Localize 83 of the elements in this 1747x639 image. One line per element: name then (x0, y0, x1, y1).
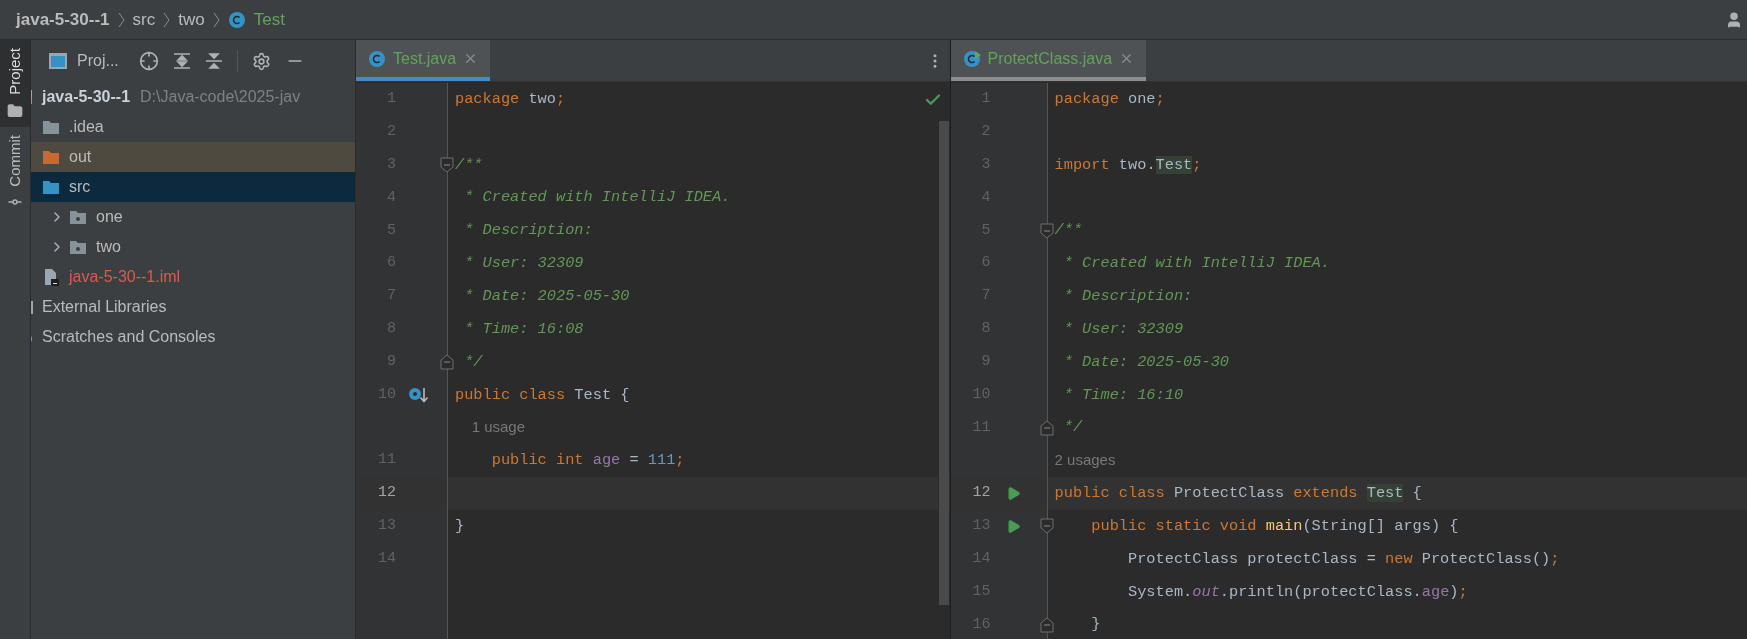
code-line: * Time: 16:10 (1062, 385, 1184, 404)
fold-icon[interactable] (1039, 222, 1054, 239)
fold-icon[interactable] (440, 157, 454, 174)
tool-window-tab[interactable]: Commit (0, 126, 30, 219)
code-line: } (1090, 615, 1101, 634)
runnable-class-icon (962, 49, 981, 68)
fold-end-icon[interactable] (1039, 419, 1054, 436)
user-icon[interactable] (1725, 10, 1743, 29)
scrollbar[interactable] (938, 121, 949, 605)
run-icon[interactable] (1006, 518, 1022, 534)
code-line: */ (463, 352, 483, 371)
separator-icon (163, 11, 171, 28)
tree-row[interactable]: java-5-30--1 D:\Java-code\2025-jav (31, 82, 355, 112)
code-line: * Description: (1062, 287, 1193, 305)
tree-row[interactable]: out (31, 142, 355, 172)
code-line: /** (1054, 221, 1083, 240)
tree-row[interactable]: Scratches and Consoles (31, 322, 355, 352)
usage-hint[interactable]: 2 usages (1054, 450, 1116, 468)
tree-item-label: java-5-30--1.iml (69, 267, 181, 287)
folder-icon (42, 119, 60, 135)
code-line: ProtectClass protectClass = new ProtectClass(); (1127, 549, 1560, 568)
tree-row[interactable]: .idea (31, 112, 355, 142)
expand-all-icon[interactable] (172, 52, 191, 70)
tree-item-label: out (69, 147, 92, 167)
tree-row[interactable]: External Libraries (31, 292, 355, 322)
package-icon (69, 239, 87, 255)
window-icon (48, 52, 68, 70)
code-line: * Created with IntelliJ IDEA. (1062, 254, 1330, 273)
tree-item-label: Scratches and Consoles (42, 327, 216, 347)
tree-item-label: .idea (69, 117, 104, 137)
code-line: * Date: 2025-05-30 (1062, 352, 1229, 371)
folder-icon (42, 149, 60, 165)
run-icon[interactable] (1006, 486, 1022, 502)
breadcrumb[interactable]: src (132, 6, 156, 33)
breadcrumb[interactable]: two (178, 6, 205, 33)
view-selector[interactable]: Proj... (48, 49, 119, 73)
code-line: public class ProtectClass extends Test { (1054, 484, 1422, 503)
line-number: 12 (377, 483, 396, 504)
code-line: * Date: 2025-05-30 (463, 287, 630, 305)
tree-row[interactable]: src (31, 172, 355, 202)
code-line: public class Test { (455, 385, 630, 404)
code-line: public static void main(String[] args) { (1090, 516, 1459, 535)
code-line: System.out.println(protectClass.age); (1127, 582, 1468, 601)
fold-end-icon[interactable] (440, 354, 454, 371)
code-line: */ (1062, 418, 1083, 437)
package-icon (69, 209, 87, 225)
code-line: * Created with IntelliJ IDEA. (463, 188, 731, 207)
class-icon (368, 49, 386, 68)
settings-icon[interactable] (251, 51, 271, 71)
code-line: * Description: (463, 221, 593, 240)
code-line: package one; (1054, 89, 1165, 108)
fold-end-icon[interactable] (1039, 616, 1054, 633)
tree-row[interactable]: one (31, 202, 355, 232)
folder-icon (42, 179, 60, 195)
tree-item-label: External Libraries (42, 297, 167, 317)
class-icon (227, 10, 246, 29)
code-line: } (455, 516, 465, 535)
tree-item-label: java-5-30--1 (42, 87, 131, 107)
code-line: /** (455, 155, 483, 174)
separator-icon (117, 11, 125, 28)
folder-icon (7, 102, 23, 119)
collapse-all-icon[interactable] (204, 52, 223, 70)
tree-item-path: D:\Java-code\2025-jav (140, 87, 301, 107)
usage-hint[interactable]: 1 usage (455, 417, 526, 435)
fold-icon[interactable] (1039, 518, 1054, 535)
code-line: package two; (455, 89, 566, 108)
separator-icon (212, 11, 220, 28)
line-number: 12 (971, 483, 991, 504)
code-line: * User: 32309 (1062, 319, 1184, 338)
tree-item-label: src (69, 177, 91, 197)
locate-icon[interactable] (138, 51, 159, 71)
tree-row[interactable]: two (31, 232, 355, 262)
code-line: * Time: 16:08 (463, 319, 584, 338)
tree-item-label: one (96, 207, 123, 227)
tool-window-tab[interactable]: Project (0, 40, 30, 127)
file-icon (42, 268, 60, 286)
code-line: public int age = 111; (490, 451, 685, 470)
tree-item-label: two (96, 237, 121, 257)
code-line: * User: 32309 (463, 254, 584, 273)
code-line: import two.Test; (1054, 155, 1202, 174)
breadcrumb[interactable]: Test (253, 6, 285, 33)
implemented-icon[interactable] (408, 386, 430, 404)
breadcrumb[interactable]: java-5-30--1 (16, 6, 110, 33)
